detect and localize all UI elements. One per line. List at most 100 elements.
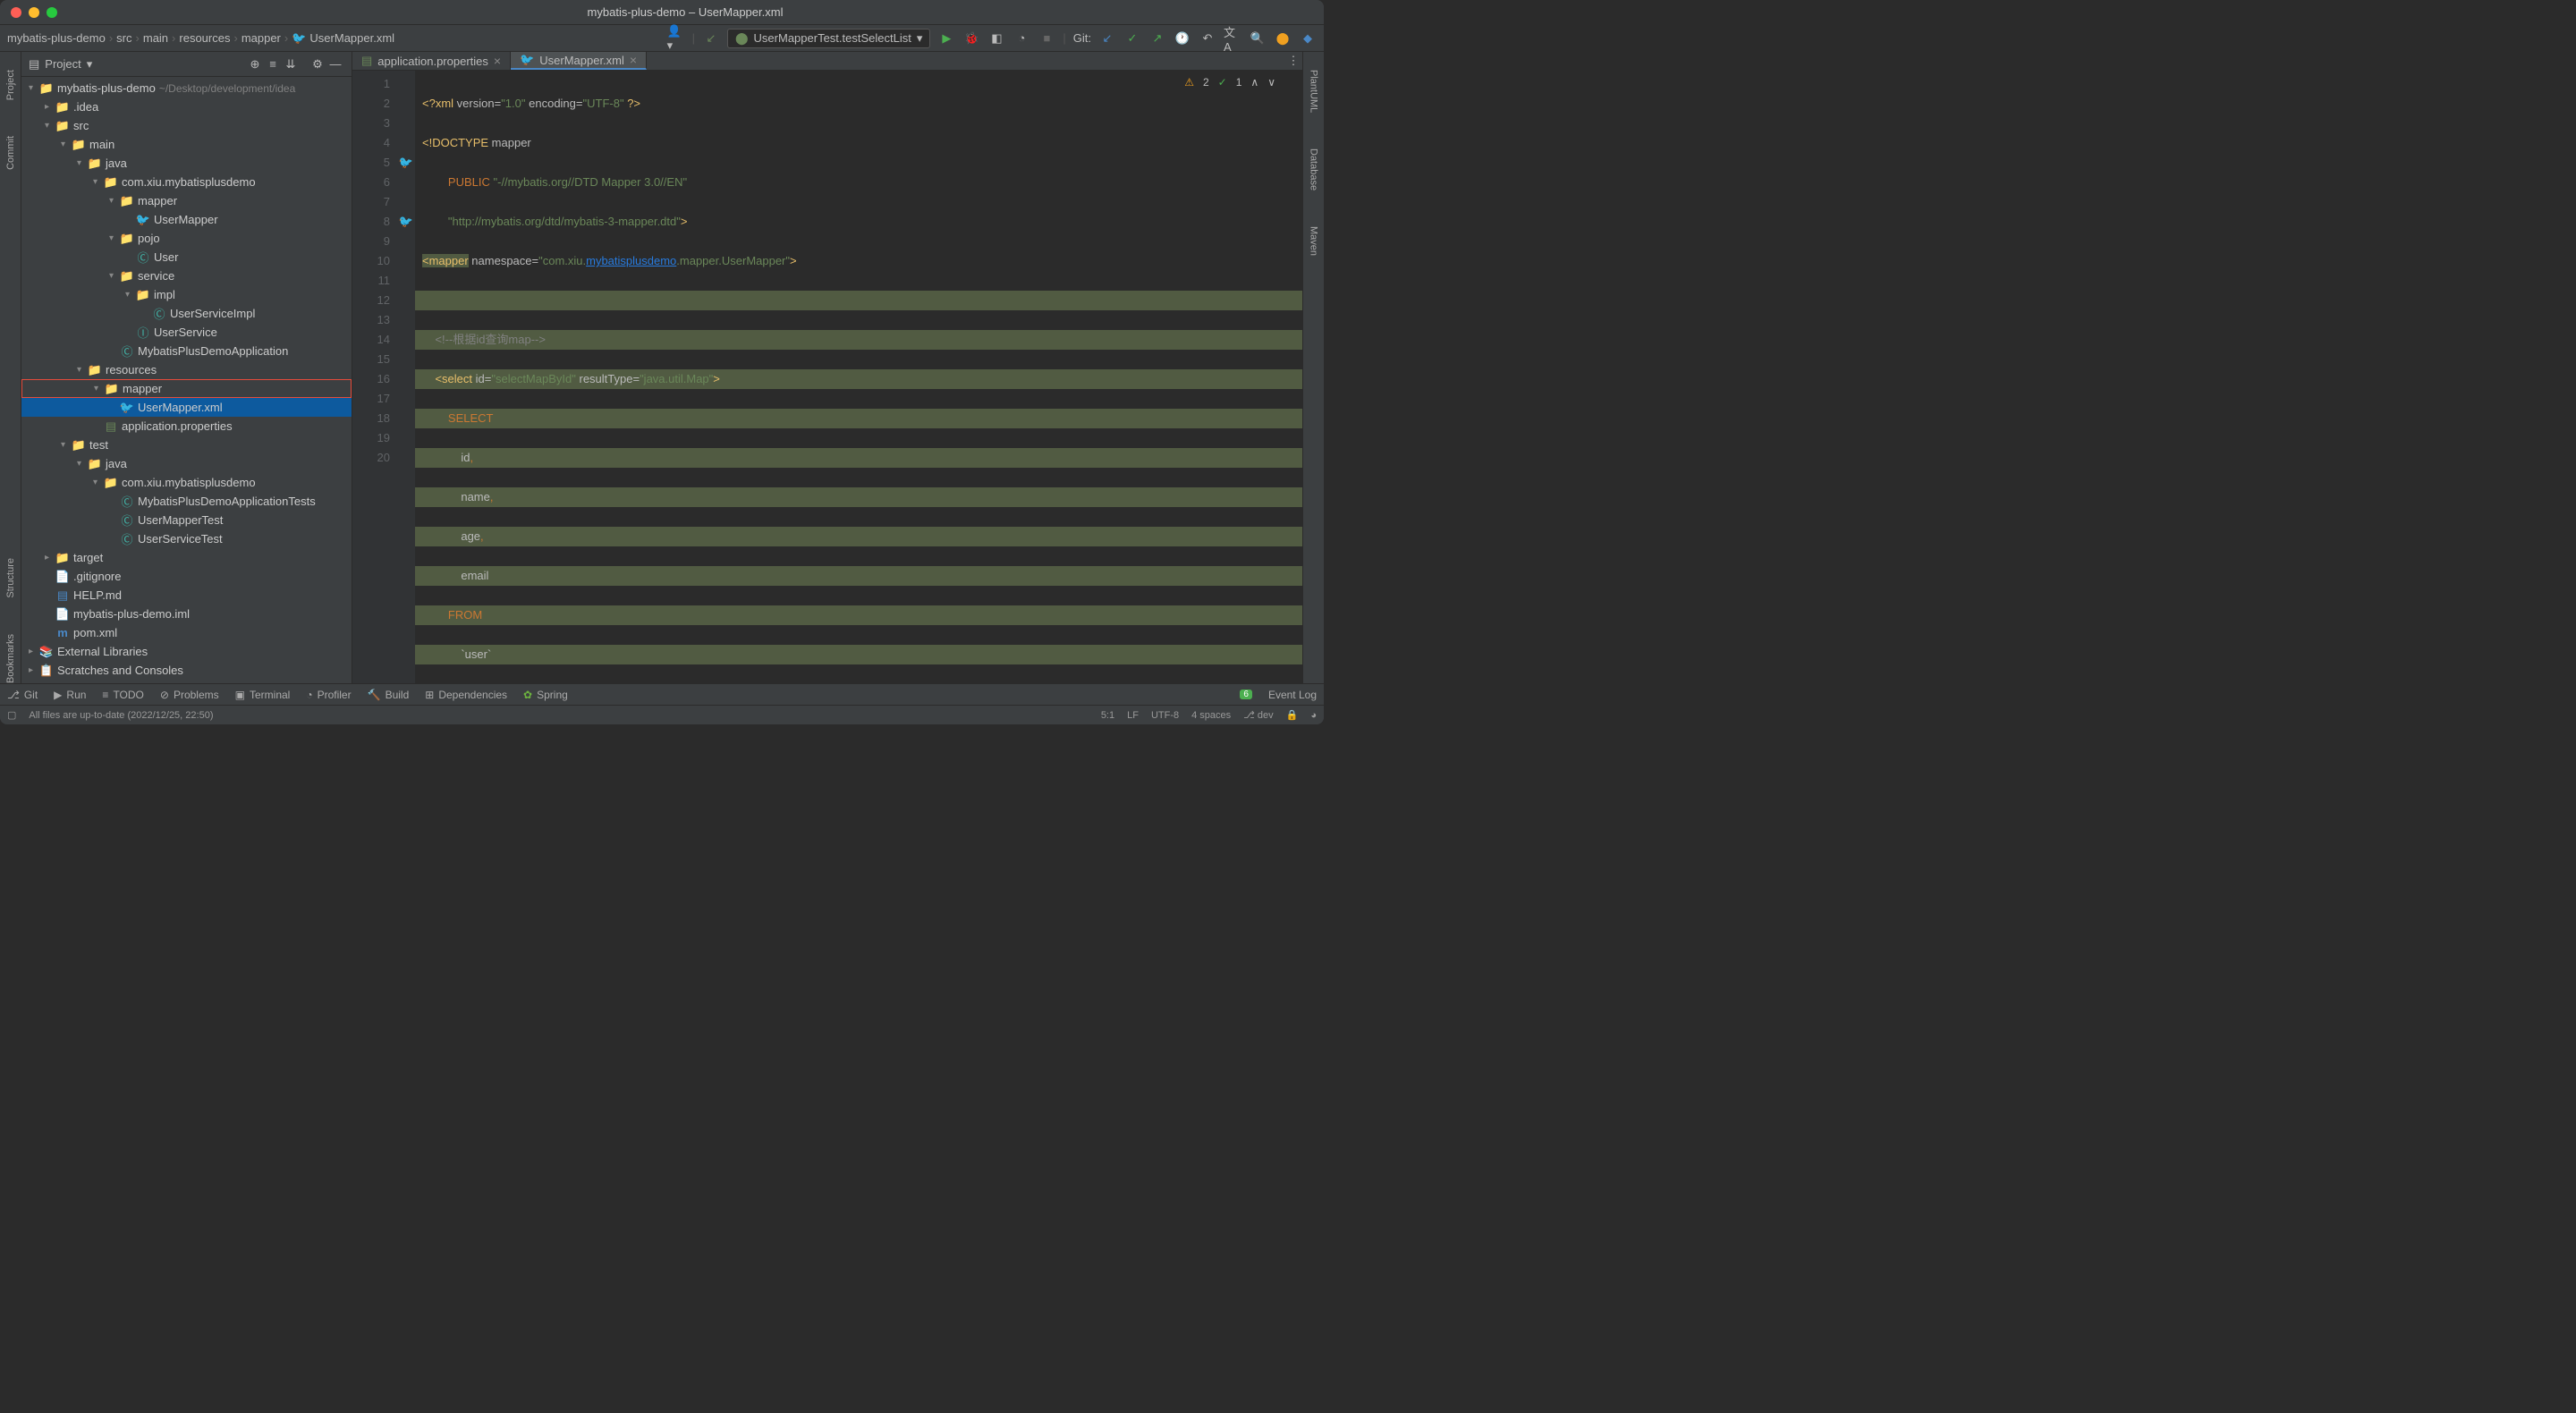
history-icon[interactable]: 🕐: [1174, 30, 1191, 47]
bottom-spring[interactable]: ✿Spring: [523, 689, 568, 701]
bottom-todo[interactable]: ≡TODO: [102, 689, 143, 701]
ide-icon[interactable]: ◆: [1299, 30, 1317, 47]
git-commit-icon[interactable]: ✓: [1123, 30, 1141, 47]
tree-row[interactable]: ▤HELP.md: [21, 586, 352, 605]
chevron-up-icon[interactable]: ∧: [1250, 76, 1258, 89]
tree-row[interactable]: ▾📁pojo: [21, 229, 352, 248]
git-branch[interactable]: ⎇ dev: [1243, 709, 1273, 721]
tab-usermapper-xml[interactable]: 🐦 UserMapper.xml ×: [511, 52, 647, 70]
bottom-profiler[interactable]: ◔Profiler: [306, 689, 351, 701]
stripe-commit[interactable]: Commit: [5, 136, 16, 170]
tree-row[interactable]: ▾📁resources: [21, 360, 352, 379]
tree-row[interactable]: ▾📁com.xiu.mybatisplusdemo: [21, 473, 352, 492]
tree-row[interactable]: ▾📁src: [21, 116, 352, 135]
chevron-down-icon[interactable]: ∨: [1267, 76, 1275, 89]
tree-row[interactable]: ⒸMybatisPlusDemoApplicationTests: [21, 492, 352, 511]
tree-row[interactable]: ▾📁main: [21, 135, 352, 154]
tree-row[interactable]: ⒸUserMapperTest: [21, 511, 352, 529]
encoding[interactable]: UTF-8: [1151, 710, 1179, 721]
tree-row[interactable]: 📄.gitignore: [21, 567, 352, 586]
tree-row[interactable]: ⒸUserServiceImpl: [21, 304, 352, 323]
tree-row[interactable]: mpom.xml: [21, 623, 352, 642]
tree-row[interactable]: 📄mybatis-plus-demo.iml: [21, 605, 352, 623]
revert-icon[interactable]: ↶: [1199, 30, 1216, 47]
tree-row[interactable]: 🐦UserMapper.xml: [21, 398, 352, 417]
stripe-structure[interactable]: Structure: [5, 558, 16, 598]
event-log[interactable]: Event Log: [1268, 689, 1317, 701]
bottom-terminal[interactable]: ▣Terminal: [235, 689, 291, 701]
user-icon[interactable]: 👤▾: [667, 30, 685, 47]
tree-row[interactable]: ▾📁mapper: [21, 191, 352, 210]
git-update-icon[interactable]: ↙: [1098, 30, 1116, 47]
nav-icon[interactable]: 🐦: [397, 212, 415, 232]
tree-row[interactable]: ⒸUserServiceTest: [21, 529, 352, 548]
tree-row[interactable]: 🐦UserMapper: [21, 210, 352, 229]
run-config-selector[interactable]: ⬤UserMapperTest.testSelectList▾: [727, 29, 930, 48]
run-icon[interactable]: ▶: [937, 30, 955, 47]
code-editor[interactable]: 1234567891011121314151617181920 🐦 🐦 <?xm…: [352, 71, 1302, 683]
lock-icon[interactable]: 🔒: [1286, 709, 1299, 721]
project-tree[interactable]: ▾📁mybatis-plus-demo~/Desktop/development…: [21, 77, 352, 683]
tree-row[interactable]: ▸📁.idea: [21, 97, 352, 116]
nav-icon[interactable]: 🐦: [397, 153, 415, 173]
search-icon[interactable]: 🔍: [1249, 30, 1267, 47]
tree-row[interactable]: ⒸUser: [21, 248, 352, 267]
breadcrumb[interactable]: mybatis-plus-demo› src› main› resources›…: [7, 31, 394, 46]
avatar-icon[interactable]: ⬤: [1274, 30, 1292, 47]
stripe-plantuml[interactable]: PlantUML: [1309, 70, 1319, 113]
hide-icon[interactable]: —: [326, 55, 344, 73]
tabs-menu-icon[interactable]: ⋮: [1284, 52, 1302, 70]
close-icon[interactable]: [11, 7, 21, 18]
tree-row[interactable]: ▾📁mapper: [21, 379, 352, 398]
editor-inspections[interactable]: ⚠2 ✓1 ∧ ∨: [1184, 76, 1275, 89]
event-badge: 6: [1240, 690, 1252, 699]
tree-row[interactable]: ▾📁java: [21, 454, 352, 473]
stop-icon[interactable]: ■: [1038, 30, 1055, 47]
collapse-icon[interactable]: ⇊: [282, 55, 300, 73]
project-panel: ▤Project ▾ ⊕ ≡ ⇊ ⚙ — ▾📁mybatis-plus-demo…: [21, 52, 352, 683]
stripe-database[interactable]: Database: [1309, 148, 1319, 190]
tree-row[interactable]: ▾📁com.xiu.mybatisplusdemo: [21, 173, 352, 191]
expand-icon[interactable]: ≡: [264, 55, 282, 73]
tree-row[interactable]: ▾📁service: [21, 267, 352, 285]
tree-row[interactable]: ▾📁impl: [21, 285, 352, 304]
gear-icon[interactable]: ⚙: [309, 55, 326, 73]
close-icon[interactable]: ×: [494, 54, 501, 68]
stripe-project[interactable]: Project: [5, 70, 16, 100]
stripe-maven[interactable]: Maven: [1309, 226, 1319, 256]
stripe-bookmarks[interactable]: Bookmarks: [5, 634, 16, 683]
bottom-problems[interactable]: ⊘Problems: [160, 689, 219, 701]
maximize-icon[interactable]: [47, 7, 57, 18]
minimize-icon[interactable]: [29, 7, 39, 18]
line-ending[interactable]: LF: [1127, 710, 1139, 721]
tree-row[interactable]: ▤application.properties: [21, 417, 352, 436]
tree-row[interactable]: ⒸMybatisPlusDemoApplication: [21, 342, 352, 360]
code-content[interactable]: <?xml version="1.0" encoding="UTF-8" ?> …: [415, 71, 1302, 683]
git-push-icon[interactable]: ↗: [1148, 30, 1166, 47]
debug-icon[interactable]: 🐞: [962, 30, 980, 47]
project-panel-header: ▤Project ▾ ⊕ ≡ ⇊ ⚙ —: [21, 52, 352, 77]
tree-row[interactable]: ⒾUserService: [21, 323, 352, 342]
locate-icon[interactable]: ⊕: [246, 55, 264, 73]
coverage-icon[interactable]: ◧: [987, 30, 1005, 47]
profile-icon[interactable]: ◔: [1013, 30, 1030, 47]
bottom-git[interactable]: ⎇Git: [7, 689, 38, 701]
bottom-dependencies[interactable]: ⊞Dependencies: [425, 689, 507, 701]
tree-row[interactable]: ▾📁test: [21, 436, 352, 454]
cursor-position[interactable]: 5:1: [1101, 710, 1114, 721]
translate-icon[interactable]: 文A: [1224, 30, 1241, 47]
close-icon[interactable]: ×: [630, 53, 637, 67]
tree-row[interactable]: ▸📚External Libraries: [21, 642, 352, 661]
mybatis-icon: 🐦: [520, 53, 534, 67]
prop-icon: ▤: [361, 54, 372, 68]
tree-row[interactable]: ▾📁java: [21, 154, 352, 173]
bottom-build[interactable]: 🔨Build: [368, 689, 410, 701]
bottom-run[interactable]: ▶Run: [54, 689, 86, 701]
tree-row[interactable]: ▸📋Scratches and Consoles: [21, 661, 352, 680]
build-icon[interactable]: ↙: [702, 30, 720, 47]
indent[interactable]: 4 spaces: [1191, 710, 1231, 721]
tree-row[interactable]: ▾📁mybatis-plus-demo~/Desktop/development…: [21, 79, 352, 97]
colorful-icon[interactable]: ◕: [1310, 710, 1317, 721]
tree-row[interactable]: ▸📁target: [21, 548, 352, 567]
tab-application-properties[interactable]: ▤ application.properties ×: [352, 52, 511, 70]
